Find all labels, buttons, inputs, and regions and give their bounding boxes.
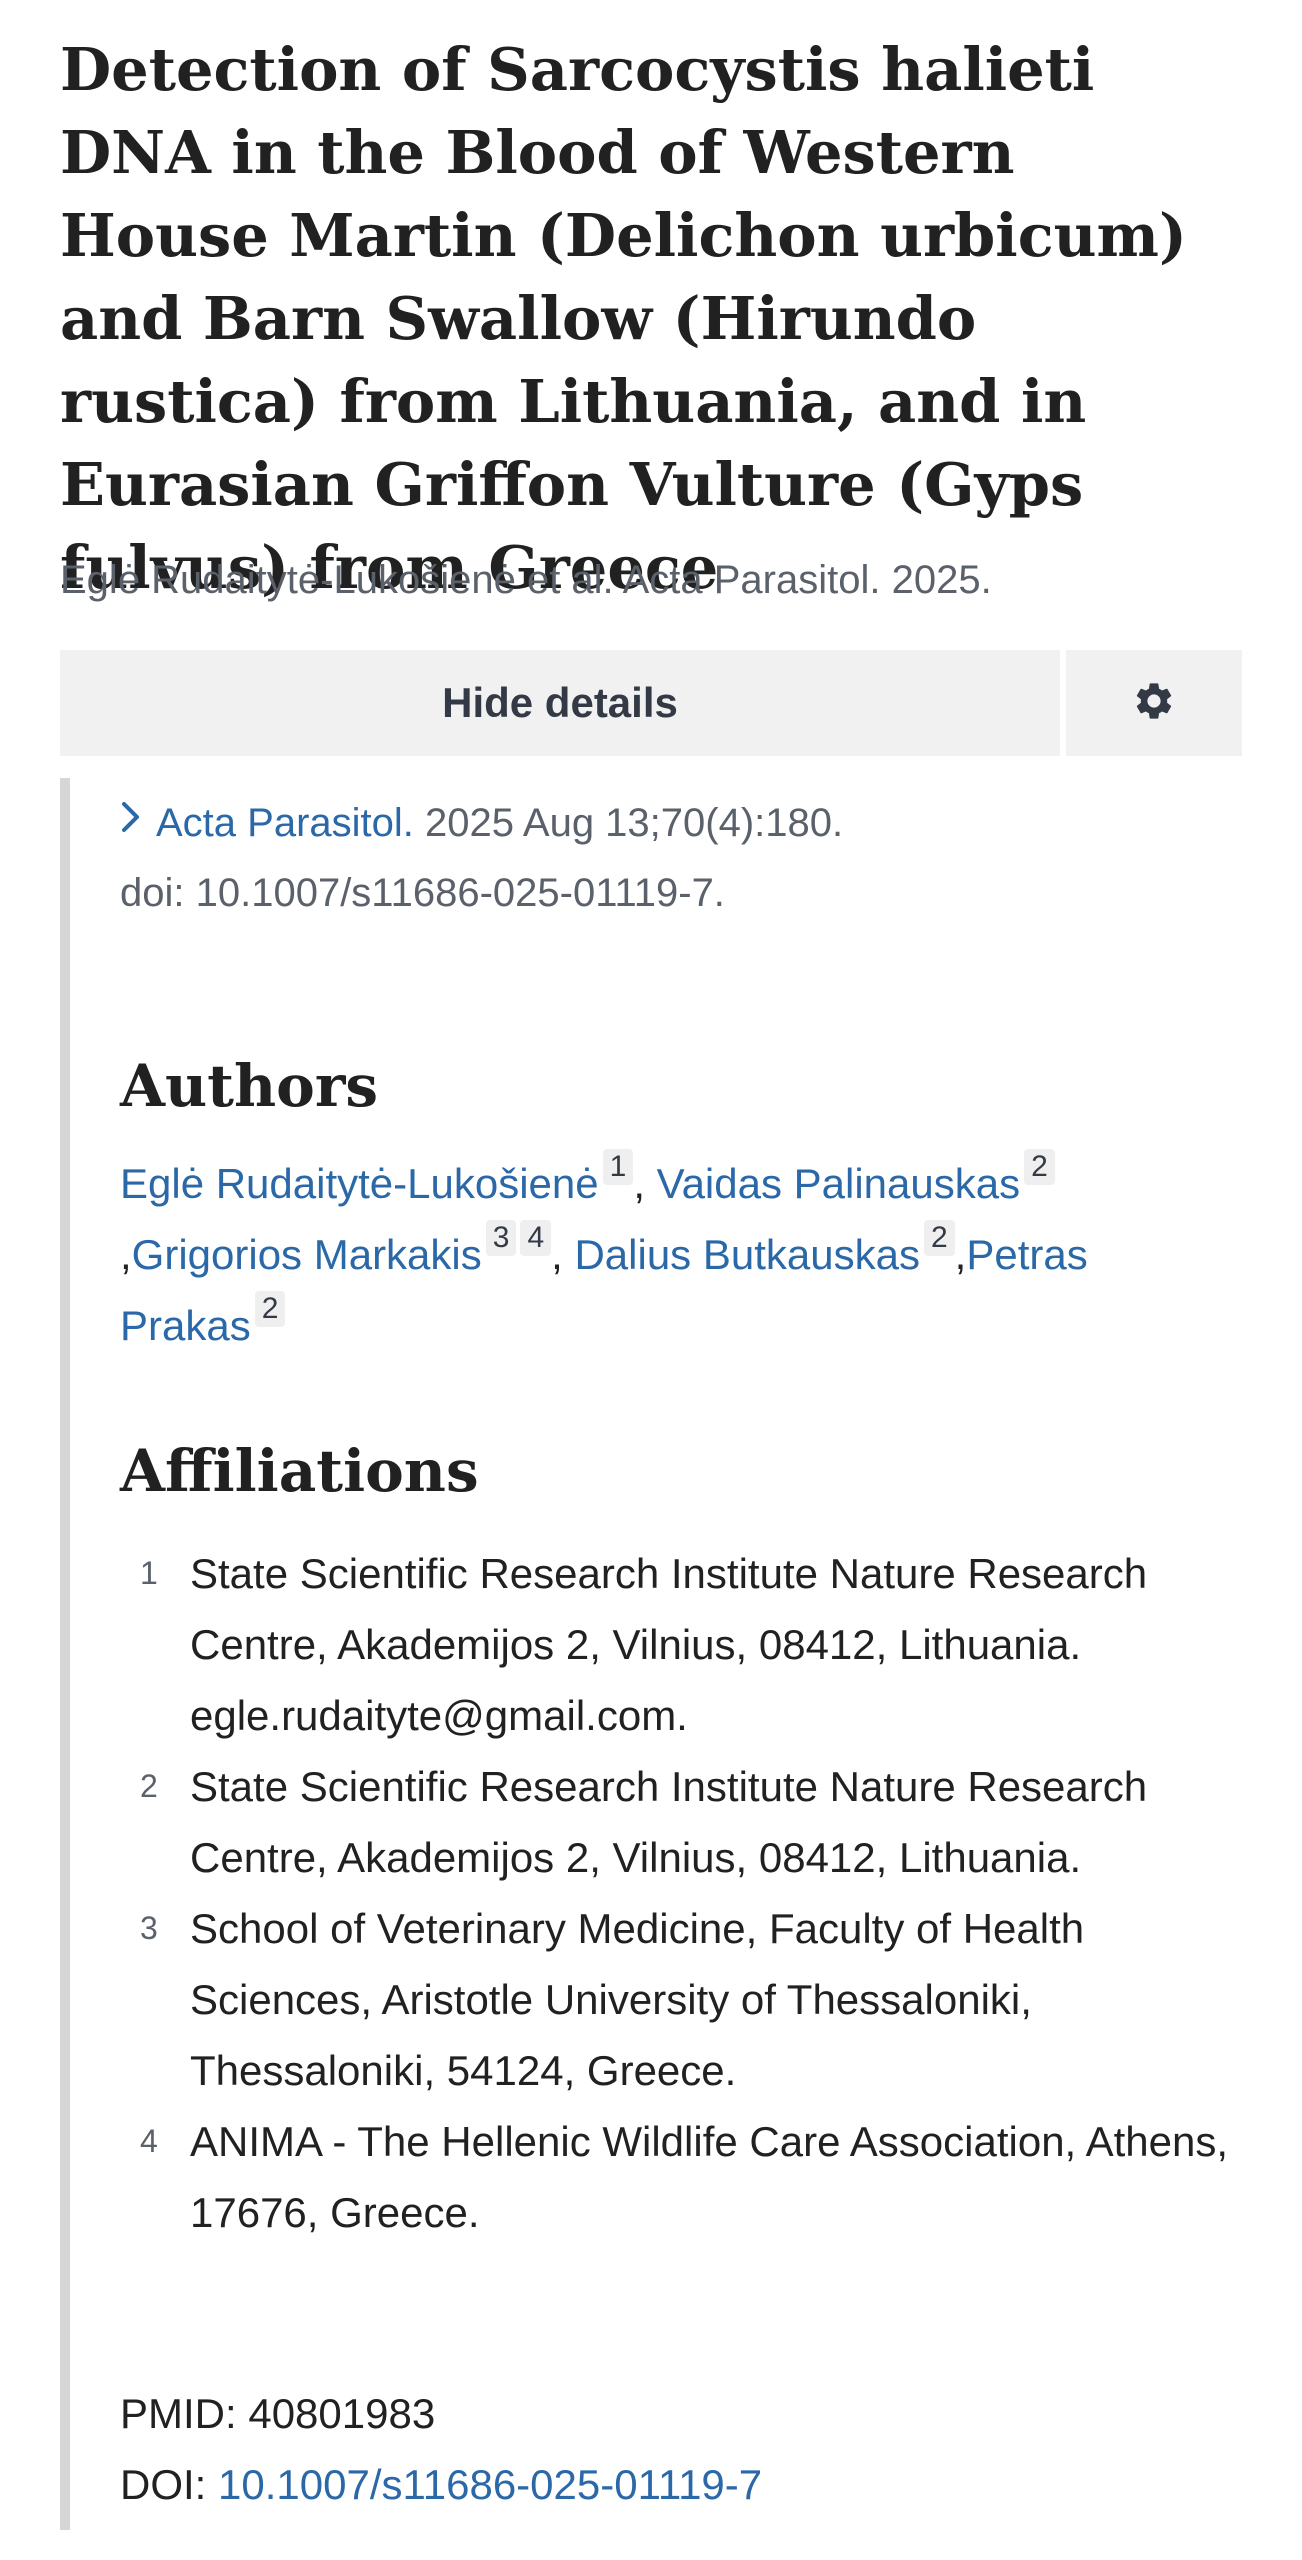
affiliation-text: State Scientific Research Institute Natu…	[190, 1763, 1148, 1881]
hide-details-button[interactable]: Hide details	[60, 650, 1060, 756]
affiliation-item: 4 ANIMA - The Hellenic Wildlife Care Asso…	[120, 2106, 1230, 2248]
authors-list: Eglė Rudaitytė-Lukošienė 1, Vaidas Palina…	[120, 1148, 1230, 1361]
authors-heading: Authors	[120, 1052, 379, 1120]
doi-text: doi: 10.1007/s11686-025-01119-7.	[120, 871, 725, 915]
display-settings-button[interactable]	[1066, 650, 1242, 756]
journal-link[interactable]: Acta Parasitol.	[156, 801, 414, 845]
affiliations-list: 1 State Scientific Research Institute Nat…	[120, 1538, 1230, 2248]
author-link[interactable]: Grigorios Markakis	[132, 1231, 482, 1278]
affiliation-ref[interactable]: 2	[923, 1220, 955, 1256]
pmid-label: PMID:	[120, 2390, 249, 2437]
affiliation-number: 1	[140, 1555, 158, 1591]
affiliation-item: 3 School of Veterinary Medicine, Faculty …	[120, 1893, 1230, 2106]
affiliation-item: 1 State Scientific Research Institute Nat…	[120, 1538, 1230, 1751]
author-separator: ,	[120, 1231, 132, 1278]
affiliation-ref[interactable]: 4	[520, 1220, 552, 1256]
affiliation-ref[interactable]: 2	[1024, 1149, 1055, 1185]
journal-info: Acta Parasitol. 2025 Aug 13;70(4):180.	[120, 788, 843, 860]
affiliation-ref[interactable]: 2	[254, 1291, 286, 1327]
doi-line: DOI: 10.1007/s11686-025-01119-7	[120, 2449, 762, 2520]
gear-icon	[1132, 679, 1176, 728]
article-page: Detection of Sarcocystis halieti DNA in …	[60, 0, 1242, 2560]
author-link[interactable]: Dalius Butkauskas	[574, 1231, 920, 1278]
author-separator: ,	[954, 1231, 967, 1278]
chevron-right-icon[interactable]	[120, 786, 142, 856]
doi-link[interactable]: 10.1007/s11686-025-01119-7	[218, 2461, 762, 2508]
affiliation-ref[interactable]: 3	[485, 1220, 517, 1256]
affiliation-number: 4	[140, 2123, 158, 2159]
publication-info: 2025 Aug 13;70(4):180.	[413, 801, 844, 845]
affiliation-number: 2	[140, 1768, 158, 1804]
author-separator: ,	[633, 1160, 657, 1207]
affiliation-text: State Scientific Research Institute Natu…	[190, 1550, 1148, 1739]
author-link[interactable]: Eglė Rudaitytė-Lukošienė	[120, 1160, 599, 1207]
affiliation-item: 2 State Scientific Research Institute Nat…	[120, 1751, 1230, 1893]
article-title: Detection of Sarcocystis halieti DNA in …	[60, 35, 1187, 602]
author-separator: ,	[551, 1231, 575, 1278]
details-toolbar: Hide details	[60, 650, 1242, 756]
pmid-line: PMID: 40801983	[120, 2378, 435, 2449]
affiliation-text: ANIMA - The Hellenic Wildlife Care Assoc…	[190, 2118, 1229, 2236]
author-link[interactable]: Vaidas Palinauskas	[657, 1160, 1020, 1207]
affiliation-number: 3	[140, 1910, 158, 1946]
doi-label: DOI:	[120, 2461, 219, 2508]
details-panel: Acta Parasitol. 2025 Aug 13;70(4):180. d…	[60, 778, 1242, 2530]
short-citation: Eglė Rudaitytė-Lukošienė et al. Acta Par…	[60, 558, 992, 602]
affiliation-ref[interactable]: 1	[602, 1149, 634, 1185]
pmid-value: 40801983	[248, 2390, 436, 2437]
affiliations-heading: Affiliations	[120, 1437, 479, 1505]
affiliation-text: School of Veterinary Medicine, Faculty o…	[190, 1905, 1085, 2094]
